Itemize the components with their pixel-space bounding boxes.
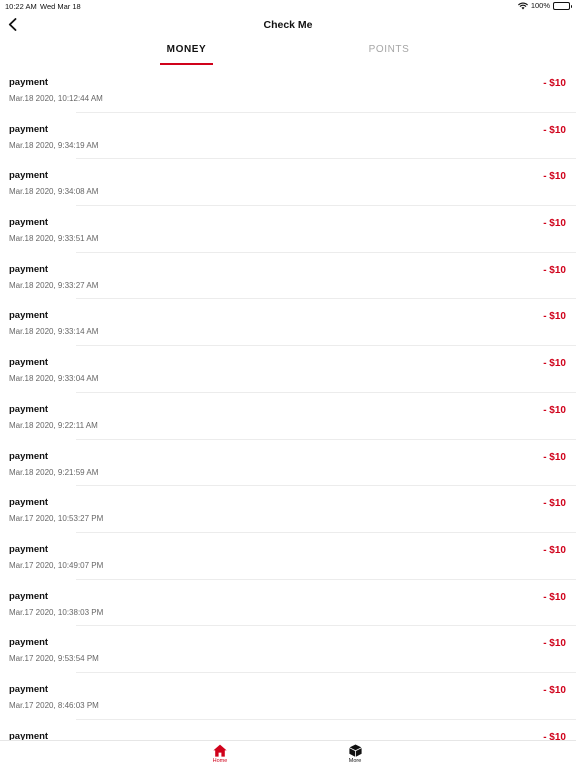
transaction-amount: - $10 bbox=[543, 358, 566, 370]
list-item[interactable]: payment Mar.17 2020, 10:38:03 PM - $10 bbox=[0, 580, 576, 627]
list-item[interactable]: payment Mar.17 2020, 10:49:07 PM - $10 bbox=[0, 533, 576, 580]
tab-active-indicator bbox=[160, 63, 213, 65]
transaction-time: Mar.18 2020, 9:21:59 AM bbox=[9, 467, 99, 477]
transaction-amount: - $10 bbox=[543, 264, 566, 276]
transaction-title: payment bbox=[9, 543, 49, 555]
tab-points[interactable]: POINTS bbox=[362, 38, 416, 66]
battery-percent: 100% bbox=[530, 1, 550, 10]
list-item[interactable]: payment Mar.17 2020, 9:53:54 PM - $10 bbox=[0, 626, 576, 673]
transaction-title: payment bbox=[9, 263, 49, 275]
wifi-icon bbox=[518, 2, 528, 9]
transaction-title: payment bbox=[9, 170, 49, 182]
transaction-time: Mar.17 2020, 9:53:54 PM bbox=[9, 654, 99, 664]
status-bar: 10:22 AM Wed Mar 18 100% bbox=[0, 0, 576, 14]
transaction-time: Mar.18 2020, 9:33:27 AM bbox=[9, 280, 99, 290]
transaction-title: payment bbox=[9, 450, 49, 462]
transaction-time: Mar.18 2020, 9:33:04 AM bbox=[9, 374, 99, 384]
transaction-title: payment bbox=[9, 77, 49, 88]
transaction-amount: - $10 bbox=[543, 404, 566, 416]
page-title: Check Me bbox=[263, 19, 313, 31]
tab-points-label: POINTS bbox=[368, 44, 410, 55]
transaction-title: payment bbox=[9, 730, 49, 740]
transaction-amount: - $10 bbox=[543, 451, 566, 463]
transaction-amount: - $10 bbox=[543, 171, 566, 183]
tabbar-home-label: Home bbox=[212, 758, 228, 764]
transaction-title: payment bbox=[9, 683, 49, 695]
transaction-list[interactable]: payment Mar.18 2020, 10:12:44 AM - $10 p… bbox=[0, 66, 576, 740]
transaction-amount: - $10 bbox=[543, 218, 566, 230]
transaction-title: payment bbox=[9, 637, 49, 649]
list-item[interactable]: payment Mar.18 2020, 9:34:19 AM - $10 bbox=[0, 113, 576, 160]
transaction-amount: - $10 bbox=[543, 591, 566, 603]
transaction-time: Mar.18 2020, 10:12:44 AM bbox=[9, 94, 103, 103]
transaction-time: Mar.18 2020, 9:34:08 AM bbox=[9, 187, 99, 197]
list-item[interactable]: payment Mar.18 2020, 10:12:44 AM - $10 bbox=[0, 66, 576, 113]
tabbar-more-label: More bbox=[348, 758, 362, 764]
transaction-title: payment bbox=[9, 310, 49, 322]
transaction-title: payment bbox=[9, 497, 49, 509]
list-item[interactable]: payment Mar.18 2020, 9:33:04 AM - $10 bbox=[0, 346, 576, 393]
status-time: 10:22 AM bbox=[5, 2, 37, 11]
status-date: Wed Mar 18 bbox=[40, 2, 81, 11]
list-item[interactable]: payment Mar.17 2020, 10:53:27 PM - $10 bbox=[0, 486, 576, 533]
list-item[interactable]: payment - $10 bbox=[0, 720, 576, 740]
list-item[interactable]: payment Mar.18 2020, 9:22:11 AM - $10 bbox=[0, 393, 576, 440]
transaction-title: payment bbox=[9, 357, 49, 369]
bottom-tab-bar: Home More bbox=[0, 740, 576, 768]
cube-icon bbox=[348, 744, 362, 757]
transaction-amount: - $10 bbox=[543, 684, 566, 696]
transaction-title: payment bbox=[9, 403, 49, 415]
transaction-time: Mar.17 2020, 10:53:27 PM bbox=[9, 514, 104, 524]
transaction-time: Mar.18 2020, 9:33:14 AM bbox=[9, 327, 99, 337]
transaction-amount: - $10 bbox=[543, 311, 566, 323]
list-item[interactable]: payment Mar.18 2020, 9:21:59 AM - $10 bbox=[0, 440, 576, 487]
transaction-time: Mar.17 2020, 10:38:03 PM bbox=[9, 607, 104, 617]
home-icon bbox=[213, 744, 227, 757]
list-item[interactable]: payment Mar.18 2020, 9:33:14 AM - $10 bbox=[0, 299, 576, 347]
list-item[interactable]: payment Mar.18 2020, 9:33:27 AM - $10 bbox=[0, 253, 576, 300]
tab-money[interactable]: MONEY bbox=[160, 38, 213, 66]
list-item[interactable]: payment Mar.18 2020, 9:34:08 AM - $10 bbox=[0, 159, 576, 207]
transaction-amount: - $10 bbox=[543, 498, 566, 510]
tabbar-item-home[interactable]: Home bbox=[200, 743, 240, 768]
transaction-time: Mar.17 2020, 10:49:07 PM bbox=[9, 560, 104, 570]
tabs: MONEY POINTS bbox=[0, 38, 576, 66]
list-item[interactable]: payment Mar.18 2020, 9:33:51 AM - $10 bbox=[0, 206, 576, 253]
transaction-amount: - $10 bbox=[543, 544, 566, 556]
nav-bar: Check Me bbox=[0, 14, 576, 36]
transaction-time: Mar.17 2020, 8:46:03 PM bbox=[9, 700, 99, 710]
battery-icon bbox=[553, 1, 572, 10]
back-button[interactable] bbox=[4, 16, 20, 32]
transaction-amount: - $10 bbox=[543, 78, 566, 89]
transaction-amount: - $10 bbox=[543, 124, 566, 136]
chevron-left-icon bbox=[8, 17, 16, 31]
transaction-title: payment bbox=[9, 217, 49, 229]
transaction-title: payment bbox=[9, 123, 49, 135]
tabbar-item-more[interactable]: More bbox=[335, 743, 375, 768]
transaction-title: payment bbox=[9, 590, 49, 602]
transaction-time: Mar.18 2020, 9:22:11 AM bbox=[9, 420, 98, 430]
status-right: 100% bbox=[518, 1, 572, 10]
transaction-time: Mar.18 2020, 9:34:19 AM bbox=[9, 140, 99, 150]
transaction-amount: - $10 bbox=[543, 638, 566, 650]
transaction-amount: - $10 bbox=[543, 731, 566, 740]
transaction-time: Mar.18 2020, 9:33:51 AM bbox=[9, 234, 99, 244]
list-item[interactable]: payment Mar.17 2020, 8:46:03 PM - $10 bbox=[0, 673, 576, 720]
tab-money-label: MONEY bbox=[166, 44, 207, 55]
